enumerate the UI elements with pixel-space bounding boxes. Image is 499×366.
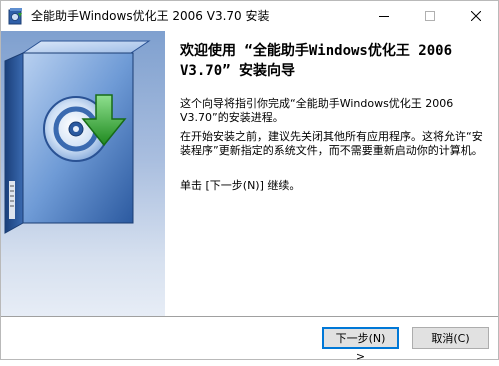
welcome-heading: 欢迎使用 “全能助手Windows优化王 2006 V3.70” 安装向导	[180, 43, 453, 79]
cancel-button[interactable]: 取消(C)	[412, 327, 489, 349]
maximize-icon	[425, 11, 435, 21]
disc-download-box-icon	[4, 40, 151, 234]
installer-icon	[8, 7, 24, 25]
minimize-icon	[379, 16, 389, 17]
welcome-banner	[1, 31, 165, 316]
divider	[1, 316, 498, 317]
minimize-button[interactable]	[361, 1, 407, 31]
continue-hint: 单击 [下一步(N)] 继续。	[180, 179, 301, 192]
advice-text: 在开始安装之前，建议先关闭其他所有应用程序。这将允许“安装程序”更新指定的系统文…	[180, 130, 483, 157]
next-button[interactable]: 下一步(N) >	[322, 327, 399, 363]
window-title: 全能助手Windows优化王 2006 V3.70 安装	[31, 9, 270, 23]
intro-text: 这个向导将指引你完成“全能助手Windows优化王 2006 V3.70”的安装…	[180, 97, 454, 124]
close-icon	[471, 11, 481, 21]
installer-window: 全能助手Windows优化王 2006 V3.70 安装 欢迎使用 “全能助手W…	[0, 0, 499, 363]
title-bar[interactable]: 全能助手Windows优化王 2006 V3.70 安装	[1, 1, 498, 31]
close-button[interactable]	[453, 1, 499, 31]
maximize-button[interactable]	[407, 1, 453, 31]
